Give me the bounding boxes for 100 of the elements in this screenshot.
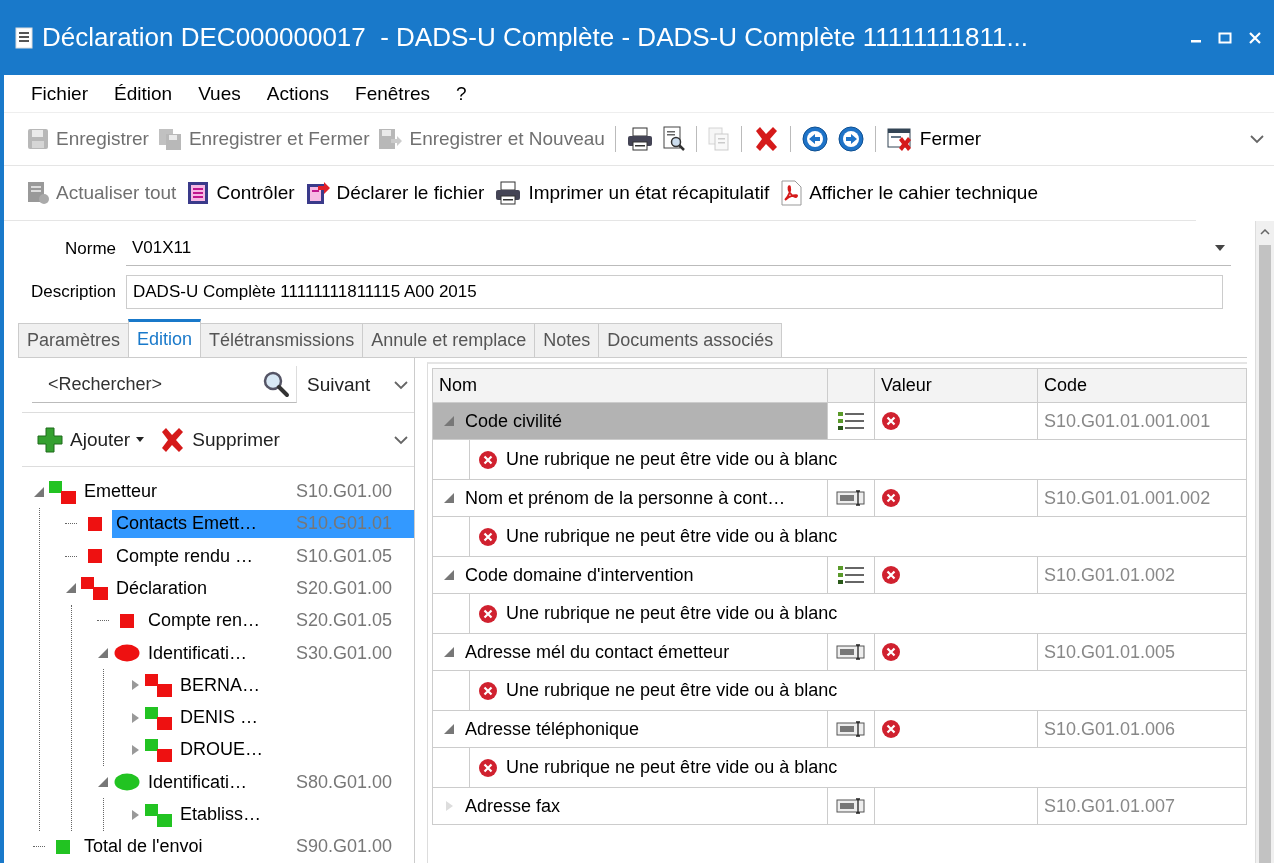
tab[interactable]: Paramètres	[18, 323, 130, 357]
tree-item[interactable]: Compte ren… S20.G01.05	[144, 606, 414, 635]
chevron-icon[interactable]	[394, 434, 408, 445]
scrollbar-thumb[interactable]	[1259, 245, 1271, 863]
window-title: Déclaration DEC000000017 - DADS-U Complète - DADS-U Complète 11111111811...	[42, 22, 1030, 53]
error-icon	[478, 603, 498, 624]
tree-item[interactable]: Identificati… S30.G01.00	[144, 639, 414, 668]
tree-item[interactable]: Identificati… S80.G01.00	[144, 768, 414, 797]
printer-icon[interactable]	[494, 180, 523, 206]
tree-item[interactable]: BERNA…	[176, 671, 414, 700]
scrollbar[interactable]	[1255, 221, 1274, 863]
error-message: Une rubrique ne peut être vide ou à blanc	[506, 526, 838, 547]
error-icon	[881, 642, 901, 662]
menu-item[interactable]: Actions	[253, 82, 343, 105]
forward-icon[interactable]	[836, 125, 865, 153]
table-cell[interactable]	[875, 480, 1038, 517]
tree-item[interactable]: Contacts Emett… S10.G01.01	[112, 509, 414, 538]
error-message: Une rubrique ne peut être vide ou à blanc	[506, 757, 838, 778]
error-icon	[881, 565, 901, 585]
tree-item[interactable]: Compte rendu … S10.G01.05	[112, 542, 414, 571]
toolbar-button[interactable]: Contrôler	[182, 180, 301, 206]
dropdown-arrow-icon[interactable]	[1215, 245, 1225, 251]
toolbar-button[interactable]: Déclarer le fichier	[300, 180, 491, 206]
collapsed-arrow-icon[interactable]	[129, 808, 141, 821]
tab[interactable]: Télétransmissions	[200, 323, 364, 357]
table-row-header[interactable]: Adresse mél du contact émetteur	[433, 634, 828, 671]
menu-item[interactable]: ?	[443, 82, 480, 105]
tab[interactable]: Documents associés	[598, 323, 783, 357]
tree-item[interactable]: Etabliss…	[176, 800, 414, 829]
table-cell[interactable]	[875, 711, 1038, 748]
tree-item[interactable]: Total de l'envoi S90.G01.00	[80, 832, 414, 861]
table-row-header[interactable]: Code civilité	[433, 403, 828, 440]
menu-item[interactable]: Fichier	[18, 82, 101, 105]
expanded-arrow-icon[interactable]	[443, 492, 455, 504]
tab[interactable]: Annule et remplace	[362, 323, 536, 357]
collapsed-arrow-icon[interactable]	[129, 711, 141, 724]
print-preview-icon[interactable]	[661, 126, 686, 152]
printer-icon[interactable]	[625, 126, 654, 152]
error-icon	[478, 757, 498, 778]
close-document-icon[interactable]	[885, 126, 914, 152]
table-cell[interactable]	[875, 403, 1038, 440]
pdf-icon[interactable]	[779, 180, 804, 206]
menu-item[interactable]: Fenêtres	[342, 82, 444, 105]
toolbar-button[interactable]: Fermer	[881, 126, 986, 152]
error-icon	[881, 411, 901, 431]
tree-item[interactable]: Emetteur S10.G01.00	[80, 477, 414, 506]
field-name: Adresse fax	[465, 795, 561, 817]
error-message: Une rubrique ne peut être vide ou à blanc	[506, 449, 838, 470]
expanded-arrow-icon[interactable]	[65, 582, 77, 595]
table-row-header[interactable]: Adresse fax	[433, 788, 828, 825]
table-cell[interactable]	[875, 634, 1038, 671]
table-row-header[interactable]: Nom et prénom de la personne à cont…	[433, 480, 828, 517]
expanded-arrow-icon[interactable]	[97, 647, 109, 660]
table-cell: S10.G01.01.005	[1038, 634, 1247, 671]
dropdown-field[interactable]: V01X11	[126, 231, 1231, 266]
table-cell: S10.G01.01.001.001	[1038, 403, 1247, 440]
error-icon	[881, 488, 901, 508]
expanded-arrow-icon[interactable]	[97, 776, 109, 789]
chevron-icon[interactable]	[394, 379, 408, 390]
tree-item[interactable]: Déclaration S20.G01.00	[112, 574, 414, 603]
toolbar-button[interactable]: Imprimer un état récapitulatif	[490, 180, 776, 206]
expanded-arrow-icon[interactable]	[443, 646, 455, 658]
collapsed-arrow-icon[interactable]	[129, 743, 141, 756]
error-icon	[881, 719, 901, 739]
expanded-arrow-icon[interactable]	[33, 485, 45, 498]
error-icon	[478, 680, 498, 701]
document-arrow-icon[interactable]	[304, 180, 331, 206]
close-icon[interactable]	[1248, 30, 1262, 45]
error-icon	[478, 526, 498, 547]
delete-button[interactable]: Supprimer	[154, 425, 284, 454]
field-name: Code civilité	[465, 410, 563, 432]
field-label: Norme	[64, 238, 117, 259]
tab[interactable]: Notes	[534, 323, 600, 357]
chevron-icon[interactable]	[1250, 134, 1264, 144]
table-cell: S10.G01.01.006	[1038, 711, 1247, 748]
table-cell[interactable]	[875, 788, 1038, 825]
expanded-arrow-icon[interactable]	[443, 569, 455, 581]
back-icon[interactable]	[800, 125, 829, 153]
add-button[interactable]: Ajouter	[32, 425, 149, 454]
tree-item[interactable]: DENIS …	[176, 703, 414, 732]
scroll-up-icon[interactable]	[1260, 229, 1270, 235]
error-icon	[478, 449, 498, 470]
field-name: Adresse téléphonique	[465, 718, 640, 740]
toolbar-button[interactable]: Afficher le cahier technique	[775, 180, 1044, 206]
table-row-header[interactable]: Code domaine d'intervention	[433, 557, 828, 594]
next-button[interactable]: Suivant	[303, 373, 375, 396]
text-field[interactable]: DADS-U Complète 11111111811115 A00 2015	[126, 274, 1223, 309]
menu-item[interactable]: Édition	[101, 82, 186, 105]
collapsed-arrow-icon[interactable]	[129, 679, 141, 692]
menu-item[interactable]: Vues	[185, 82, 254, 105]
expanded-arrow-icon[interactable]	[443, 723, 455, 735]
table-row-header[interactable]: Adresse téléphonique	[433, 711, 828, 748]
search-icon[interactable]	[262, 370, 290, 399]
table-cell[interactable]	[875, 557, 1038, 594]
field-name: Adresse mél du contact émetteur	[465, 641, 730, 663]
maximize-icon[interactable]	[1218, 31, 1232, 44]
field-label: Description	[29, 281, 117, 302]
tree-item[interactable]: DROUE…	[176, 735, 414, 764]
plus-icon	[36, 425, 64, 454]
checklist-icon[interactable]	[186, 180, 211, 206]
